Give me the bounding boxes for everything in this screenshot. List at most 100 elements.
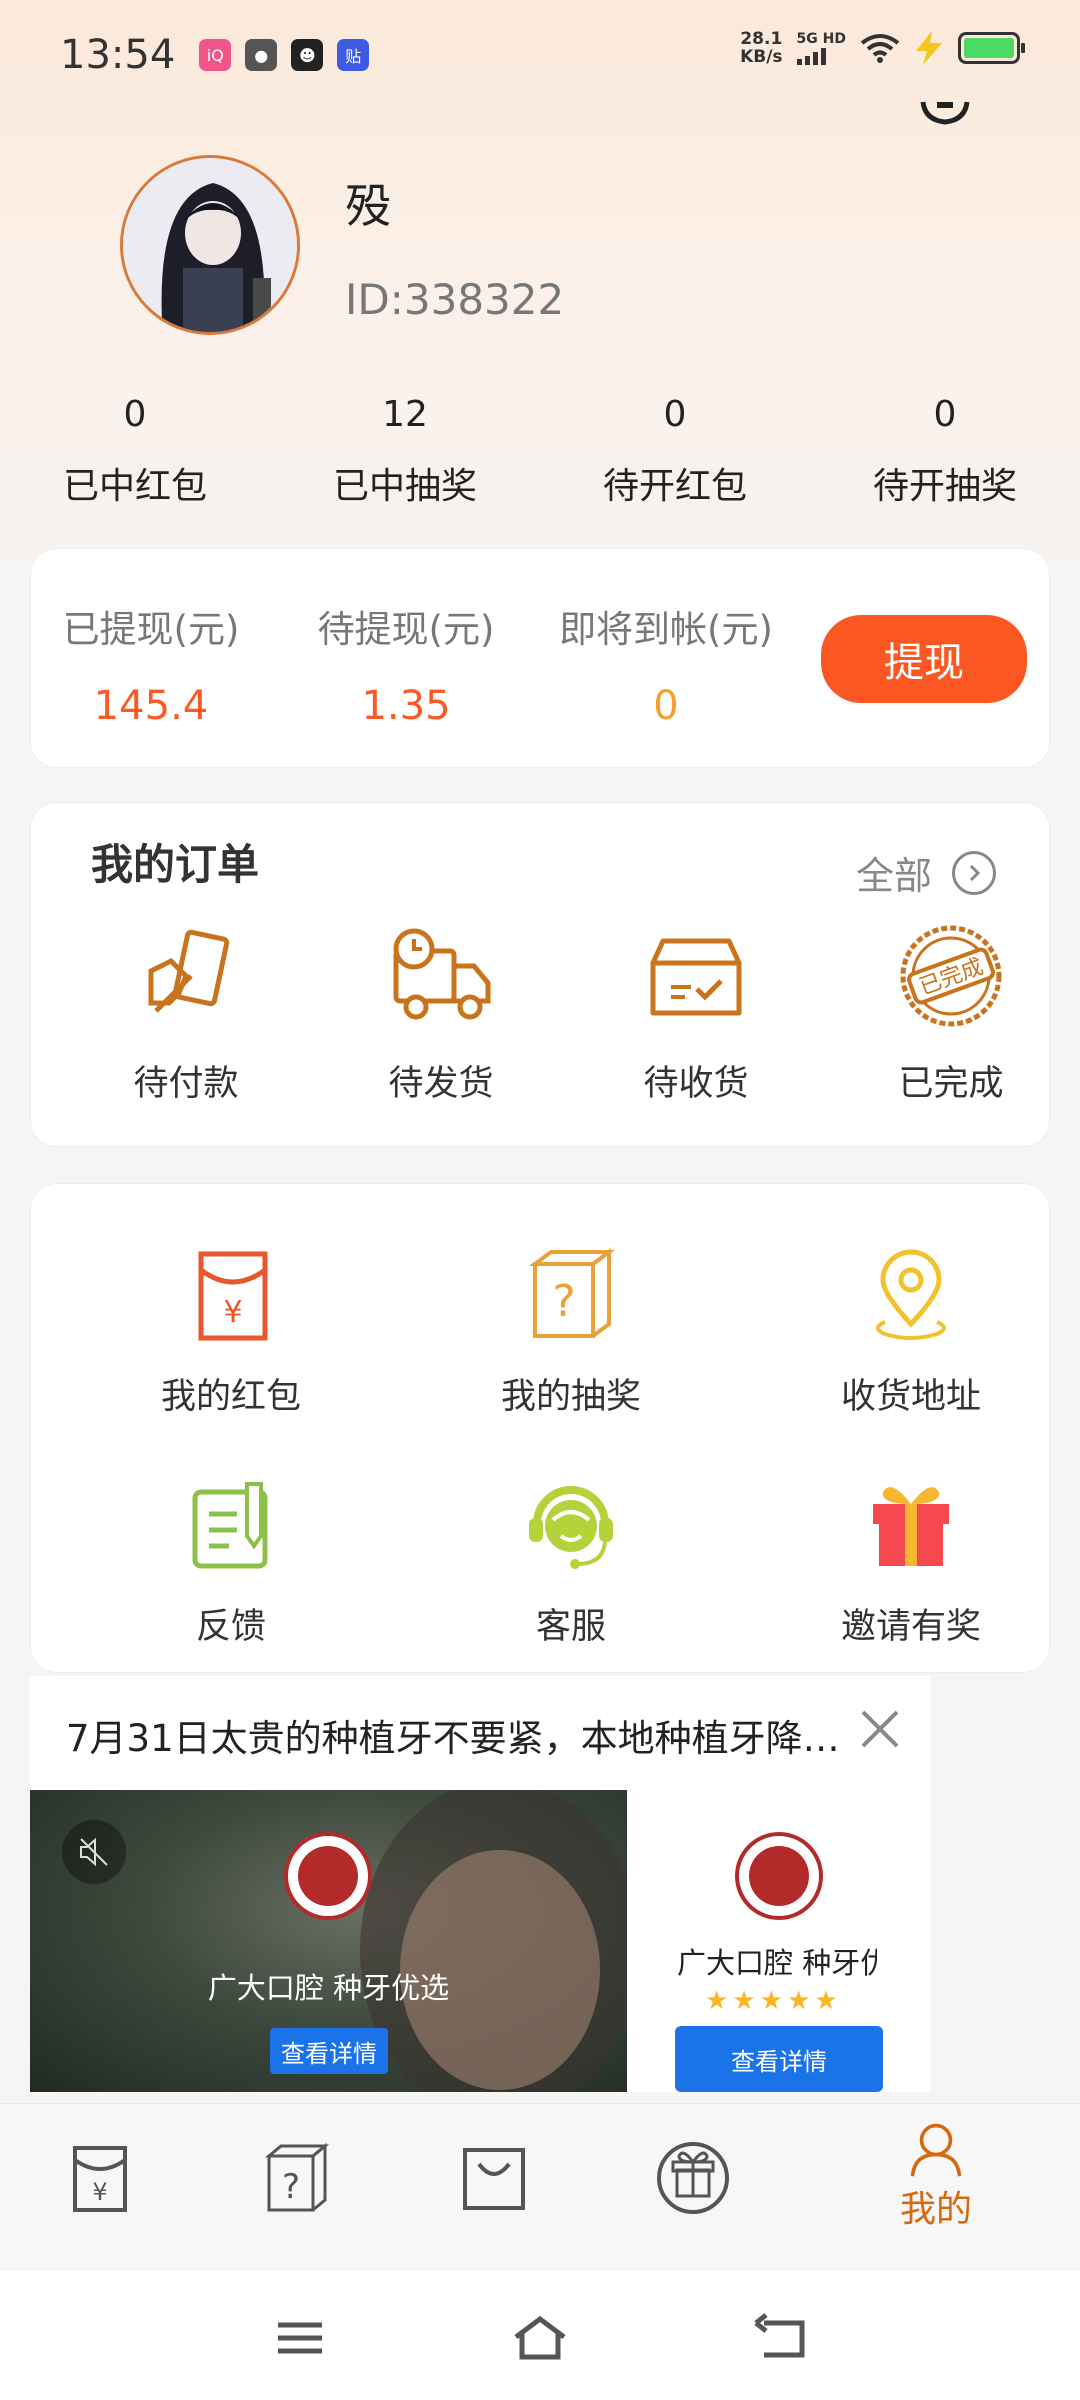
network-speed-unit: KB/s (740, 47, 783, 67)
service-label: 我的红包 (160, 1377, 301, 1417)
ad-title: 7月31日太贵的种植牙不要紧，本地种植牙降… (66, 1717, 840, 1760)
service-label: 反馈 (195, 1607, 266, 1647)
orders-title: 我的订单 (91, 840, 260, 889)
star-icon: ★ (705, 1986, 729, 2016)
nav-gifts[interactable] (633, 2134, 753, 2244)
stat-pending-lotteries[interactable]: 0 待开抽奖 (810, 385, 1080, 509)
stat-label: 待开抽奖 (872, 466, 1017, 507)
order-pending-payment[interactable]: 待付款 (86, 921, 286, 1106)
user-id: ID:338322 (345, 275, 565, 324)
withdraw-button[interactable]: 提现 (821, 615, 1027, 703)
gift-icon (873, 1487, 949, 1566)
orders-view-all[interactable]: 全部 (856, 845, 997, 900)
orders-all-label: 全部 (856, 854, 933, 898)
service-feedback[interactable]: 反馈 (91, 1474, 371, 1649)
app-icon-a: iQ (199, 39, 232, 71)
clinic-logo (735, 1832, 823, 1920)
service-my-lottery[interactable]: ? 我的抽奖 (431, 1244, 711, 1419)
service-shipping-address[interactable]: 收货地址 (771, 1244, 1051, 1419)
envelope-glyph: ¥ (223, 1295, 242, 1330)
network-speed: 28.1 KB/s (740, 30, 782, 66)
nav-profile-label: 我的 (899, 2189, 972, 2230)
stat-value: 0 (123, 394, 147, 435)
gift-nav-icon (657, 2142, 729, 2214)
menu-icon[interactable] (270, 2313, 330, 2363)
stat-value: 0 (663, 394, 687, 435)
tieba-icon: 贴 (337, 39, 370, 71)
service-customer-service[interactable]: 客服 (431, 1474, 711, 1649)
ad-video[interactable]: 广大口腔 种牙优选 查看详情 (30, 1790, 627, 2092)
profile-nav-icon (910, 2123, 962, 2177)
star-icon: ★ (814, 1986, 838, 2016)
nav-glyph: ? (282, 2167, 300, 2207)
ad-banner[interactable]: 7月31日太贵的种植牙不要紧，本地种植牙降… 广大口腔 种牙优选 查看详情 广大… (30, 1676, 930, 2092)
mystery-box-nav-icon: ? (264, 2142, 330, 2212)
wifi-icon (860, 34, 900, 63)
nav-red-packets[interactable]: ¥ (40, 2134, 160, 2244)
stat-label: 待开红包 (602, 466, 747, 507)
service-my-red-packets[interactable]: ¥ 我的红包 (91, 1244, 371, 1419)
ad-side-panel[interactable]: 广大口腔 种牙优选 ★ ★ ★ ★ ★ 查看详情 (627, 1790, 930, 2092)
delivery-truck-icon (393, 928, 491, 1020)
order-completed[interactable]: 已完成 已完成 (851, 921, 1051, 1106)
completed-stamp-icon: 已完成 (900, 925, 1002, 1027)
charging-bolt-icon (916, 31, 942, 65)
status-indicators: 28.1 KB/s 5G HD (740, 30, 1025, 66)
order-pending-receipt[interactable]: 待收货 (596, 921, 796, 1106)
star-icon: ★ (732, 1986, 756, 2016)
qq-icon: ☻ (291, 39, 324, 71)
wallet-arriving-value: 0 (653, 683, 679, 729)
chevron-right-icon (952, 850, 997, 895)
wallet-arriving-label: 即将到帐(元) (559, 608, 773, 651)
wallet-pay-icon (148, 929, 230, 1013)
mystery-box-icon: ? (529, 1248, 615, 1338)
orders-card: 我的订单 全部 待付款 待发货 待收货 已完成 已完成 (30, 802, 1050, 1147)
wallet-pending-value: 1.35 (361, 683, 451, 729)
order-label: 待付款 (133, 1064, 239, 1104)
status-bar: 13:54 iQ ● ☻ 贴 28.1 KB/s 5G HD (0, 0, 1080, 110)
stat-value: 0 (933, 394, 957, 435)
star-icon: ★ (786, 1986, 811, 2016)
ad-brand-side: 广大口腔 种牙优选 (677, 1946, 877, 1980)
ad-detail-button-side[interactable]: 查看详情 (675, 2026, 883, 2092)
nav-glyph: ¥ (92, 2178, 107, 2206)
nav-shop[interactable] (434, 2134, 554, 2244)
service-label: 收货地址 (840, 1377, 981, 1417)
wallet-withdrawn: 已提现(元) 145.4 (51, 599, 251, 729)
settings-icon[interactable] (915, 100, 975, 130)
order-pending-shipment[interactable]: 待发货 (341, 921, 541, 1106)
nav-profile[interactable]: 我的 (876, 2122, 996, 2232)
username: 殁 (345, 179, 391, 233)
order-label: 待发货 (388, 1064, 494, 1104)
close-icon[interactable] (855, 1704, 905, 1754)
ad-detail-button[interactable]: 查看详情 (270, 2028, 388, 2074)
bottom-nav: ¥ ? 我的 (0, 2103, 1080, 2271)
wallet-arriving: 即将到帐(元) 0 (551, 599, 781, 729)
stat-won-lotteries[interactable]: 12 已中抽奖 (270, 385, 540, 509)
package-box-icon (650, 938, 742, 1016)
back-icon[interactable] (750, 2313, 810, 2363)
stat-label: 已中红包 (62, 466, 207, 507)
avatar[interactable] (120, 155, 300, 335)
mute-icon[interactable] (62, 1820, 126, 1884)
stat-won-red-packets[interactable]: 0 已中红包 (0, 385, 270, 509)
stats-row: 0 已中红包 12 已中抽奖 0 待开红包 0 待开抽奖 (0, 385, 1080, 509)
service-invite-reward[interactable]: 邀请有奖 (771, 1474, 1051, 1649)
home-icon[interactable] (510, 2313, 570, 2363)
star-icon: ★ (759, 1986, 783, 2016)
wallet-pending: 待提现(元) 1.35 (306, 599, 506, 729)
signal-label: 5G HD (796, 31, 846, 47)
wechat-icon: ● (245, 39, 278, 71)
stat-pending-red-packets[interactable]: 0 待开红包 (540, 385, 810, 509)
battery-icon (958, 32, 1025, 64)
system-nav-bar (0, 2271, 1080, 2400)
status-time: 13:54 (60, 32, 176, 78)
network-speed-value: 28.1 (740, 29, 783, 49)
services-card: ¥ 我的红包 ? 我的抽奖 收货地址 反馈 客服 邀请有奖 (30, 1183, 1050, 1673)
order-label: 待收货 (643, 1064, 749, 1104)
nav-lottery[interactable]: ? (236, 2134, 356, 2244)
feedback-note-icon (192, 1482, 268, 1569)
stat-value: 12 (382, 394, 428, 435)
service-label: 我的抽奖 (500, 1377, 641, 1417)
shopping-bag-nav-icon (463, 2148, 525, 2210)
